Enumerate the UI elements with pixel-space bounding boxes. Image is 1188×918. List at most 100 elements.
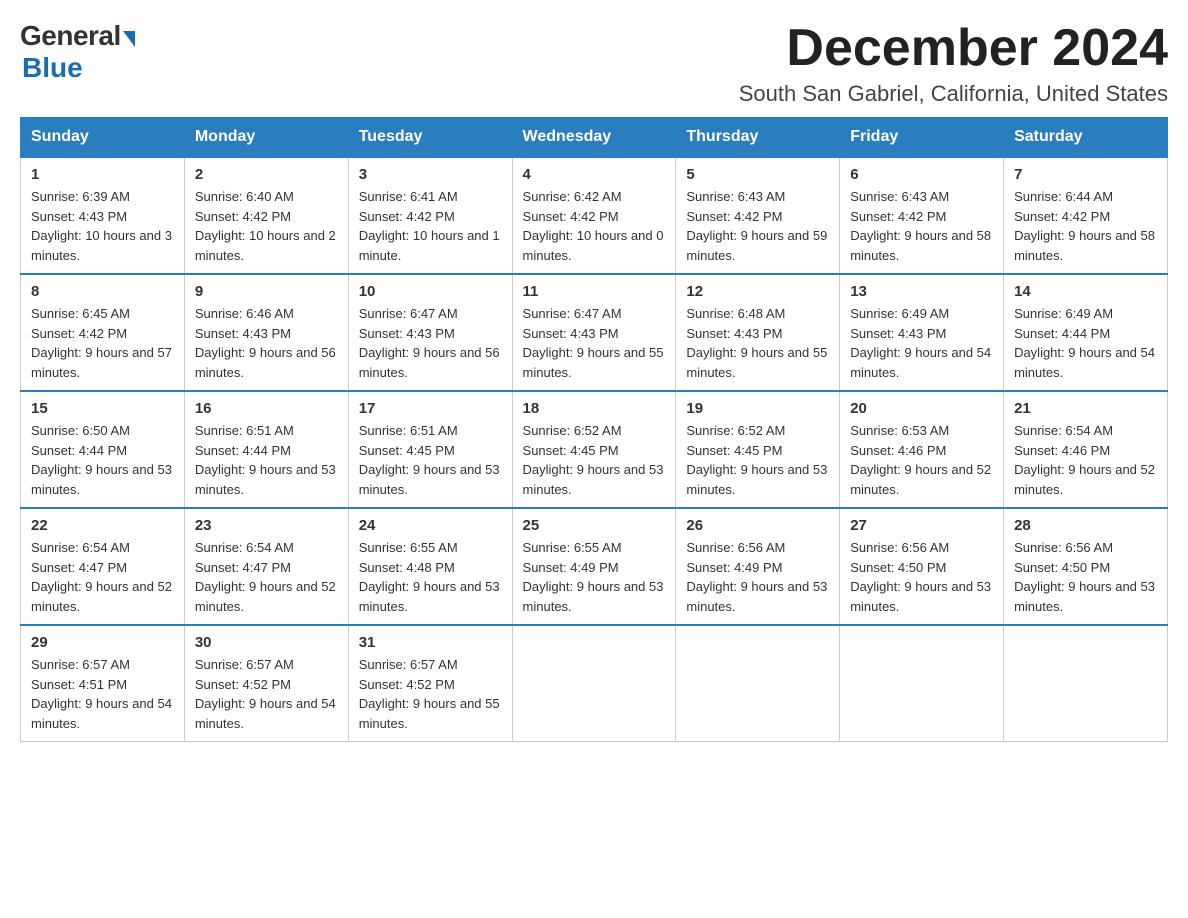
day-number: 1 xyxy=(31,166,174,183)
day-info: Sunrise: 6:57 AMSunset: 4:52 PMDaylight:… xyxy=(195,655,338,733)
calendar-week-4: 22 Sunrise: 6:54 AMSunset: 4:47 PMDayligh… xyxy=(21,508,1168,625)
day-info: Sunrise: 6:49 AMSunset: 4:43 PMDaylight:… xyxy=(850,304,993,382)
day-number: 20 xyxy=(850,400,993,417)
calendar-week-3: 15 Sunrise: 6:50 AMSunset: 4:44 PMDayligh… xyxy=(21,391,1168,508)
day-number: 30 xyxy=(195,634,338,651)
day-number: 15 xyxy=(31,400,174,417)
location-title: South San Gabriel, California, United St… xyxy=(739,81,1168,107)
day-number: 19 xyxy=(686,400,829,417)
day-info: Sunrise: 6:55 AMSunset: 4:48 PMDaylight:… xyxy=(359,538,502,616)
day-info: Sunrise: 6:49 AMSunset: 4:44 PMDaylight:… xyxy=(1014,304,1157,382)
day-number: 8 xyxy=(31,283,174,300)
day-number: 14 xyxy=(1014,283,1157,300)
day-number: 2 xyxy=(195,166,338,183)
day-number: 23 xyxy=(195,517,338,534)
calendar-day-cell: 30 Sunrise: 6:57 AMSunset: 4:52 PMDayligh… xyxy=(184,625,348,742)
day-number: 4 xyxy=(523,166,666,183)
calendar-day-cell: 16 Sunrise: 6:51 AMSunset: 4:44 PMDayligh… xyxy=(184,391,348,508)
day-info: Sunrise: 6:51 AMSunset: 4:44 PMDaylight:… xyxy=(195,421,338,499)
day-number: 9 xyxy=(195,283,338,300)
calendar-day-cell: 19Sunrise: 6:52 AMSunset: 4:45 PMDayligh… xyxy=(676,391,840,508)
calendar-week-5: 29 Sunrise: 6:57 AMSunset: 4:51 PMDayligh… xyxy=(21,625,1168,742)
day-info: Sunrise: 6:50 AMSunset: 4:44 PMDaylight:… xyxy=(31,421,174,499)
day-number: 12 xyxy=(686,283,829,300)
day-number: 10 xyxy=(359,283,502,300)
header-thursday: Thursday xyxy=(676,118,840,158)
day-info: Sunrise: 6:53 AMSunset: 4:46 PMDaylight:… xyxy=(850,421,993,499)
day-number: 21 xyxy=(1014,400,1157,417)
day-number: 6 xyxy=(850,166,993,183)
calendar-day-cell: 15 Sunrise: 6:50 AMSunset: 4:44 PMDayligh… xyxy=(21,391,185,508)
calendar-day-cell: 5 Sunrise: 6:43 AMSunset: 4:42 PMDaylight… xyxy=(676,157,840,274)
calendar-day-cell xyxy=(1004,625,1168,742)
calendar-day-cell xyxy=(676,625,840,742)
day-info: Sunrise: 6:44 AMSunset: 4:42 PMDaylight:… xyxy=(1014,187,1157,265)
day-number: 24 xyxy=(359,517,502,534)
logo-arrow-icon xyxy=(123,31,135,47)
calendar-day-cell: 31Sunrise: 6:57 AMSunset: 4:52 PMDayligh… xyxy=(348,625,512,742)
calendar-day-cell: 13Sunrise: 6:49 AMSunset: 4:43 PMDayligh… xyxy=(840,274,1004,391)
day-info: Sunrise: 6:54 AMSunset: 4:47 PMDaylight:… xyxy=(195,538,338,616)
calendar-day-cell: 22 Sunrise: 6:54 AMSunset: 4:47 PMDayligh… xyxy=(21,508,185,625)
day-number: 18 xyxy=(523,400,666,417)
calendar-day-cell: 17Sunrise: 6:51 AMSunset: 4:45 PMDayligh… xyxy=(348,391,512,508)
day-info: Sunrise: 6:47 AMSunset: 4:43 PMDaylight:… xyxy=(523,304,666,382)
calendar-day-cell: 23 Sunrise: 6:54 AMSunset: 4:47 PMDayligh… xyxy=(184,508,348,625)
title-block: December 2024 South San Gabriel, Califor… xyxy=(739,20,1168,107)
calendar-day-cell: 26Sunrise: 6:56 AMSunset: 4:49 PMDayligh… xyxy=(676,508,840,625)
calendar-day-cell: 2 Sunrise: 6:40 AMSunset: 4:42 PMDaylight… xyxy=(184,157,348,274)
day-info: Sunrise: 6:54 AMSunset: 4:47 PMDaylight:… xyxy=(31,538,174,616)
day-number: 5 xyxy=(686,166,829,183)
day-info: Sunrise: 6:52 AMSunset: 4:45 PMDaylight:… xyxy=(523,421,666,499)
calendar-day-cell: 8 Sunrise: 6:45 AMSunset: 4:42 PMDaylight… xyxy=(21,274,185,391)
calendar-day-cell xyxy=(512,625,676,742)
calendar-day-cell: 9 Sunrise: 6:46 AMSunset: 4:43 PMDaylight… xyxy=(184,274,348,391)
day-number: 25 xyxy=(523,517,666,534)
day-info: Sunrise: 6:57 AMSunset: 4:51 PMDaylight:… xyxy=(31,655,174,733)
day-number: 22 xyxy=(31,517,174,534)
calendar-week-1: 1 Sunrise: 6:39 AMSunset: 4:43 PMDaylight… xyxy=(21,157,1168,274)
day-info: Sunrise: 6:45 AMSunset: 4:42 PMDaylight:… xyxy=(31,304,174,382)
day-info: Sunrise: 6:39 AMSunset: 4:43 PMDaylight:… xyxy=(31,187,174,265)
day-number: 29 xyxy=(31,634,174,651)
calendar-table: SundayMondayTuesdayWednesdayThursdayFrid… xyxy=(20,117,1168,742)
calendar-day-cell: 3Sunrise: 6:41 AMSunset: 4:42 PMDaylight… xyxy=(348,157,512,274)
calendar-day-cell: 14 Sunrise: 6:49 AMSunset: 4:44 PMDayligh… xyxy=(1004,274,1168,391)
header-wednesday: Wednesday xyxy=(512,118,676,158)
day-info: Sunrise: 6:40 AMSunset: 4:42 PMDaylight:… xyxy=(195,187,338,265)
header-sunday: Sunday xyxy=(21,118,185,158)
calendar-day-cell: 24 Sunrise: 6:55 AMSunset: 4:48 PMDayligh… xyxy=(348,508,512,625)
calendar-day-cell: 10 Sunrise: 6:47 AMSunset: 4:43 PMDayligh… xyxy=(348,274,512,391)
day-info: Sunrise: 6:57 AMSunset: 4:52 PMDaylight:… xyxy=(359,655,502,733)
logo-blue-text: Blue xyxy=(22,52,83,84)
day-info: Sunrise: 6:41 AMSunset: 4:42 PMDaylight:… xyxy=(359,187,502,265)
day-info: Sunrise: 6:55 AMSunset: 4:49 PMDaylight:… xyxy=(523,538,666,616)
logo-general-text: General xyxy=(20,20,121,52)
day-info: Sunrise: 6:47 AMSunset: 4:43 PMDaylight:… xyxy=(359,304,502,382)
day-info: Sunrise: 6:48 AMSunset: 4:43 PMDaylight:… xyxy=(686,304,829,382)
day-number: 11 xyxy=(523,283,666,300)
calendar-day-cell: 28Sunrise: 6:56 AMSunset: 4:50 PMDayligh… xyxy=(1004,508,1168,625)
day-number: 16 xyxy=(195,400,338,417)
day-info: Sunrise: 6:51 AMSunset: 4:45 PMDaylight:… xyxy=(359,421,502,499)
day-info: Sunrise: 6:54 AMSunset: 4:46 PMDaylight:… xyxy=(1014,421,1157,499)
header-friday: Friday xyxy=(840,118,1004,158)
header-monday: Monday xyxy=(184,118,348,158)
day-info: Sunrise: 6:46 AMSunset: 4:43 PMDaylight:… xyxy=(195,304,338,382)
calendar-day-cell: 29 Sunrise: 6:57 AMSunset: 4:51 PMDayligh… xyxy=(21,625,185,742)
calendar-day-cell: 21 Sunrise: 6:54 AMSunset: 4:46 PMDayligh… xyxy=(1004,391,1168,508)
day-number: 28 xyxy=(1014,517,1157,534)
calendar-day-cell: 1 Sunrise: 6:39 AMSunset: 4:43 PMDaylight… xyxy=(21,157,185,274)
calendar-day-cell: 12 Sunrise: 6:48 AMSunset: 4:43 PMDayligh… xyxy=(676,274,840,391)
calendar-day-cell: 6 Sunrise: 6:43 AMSunset: 4:42 PMDaylight… xyxy=(840,157,1004,274)
day-info: Sunrise: 6:56 AMSunset: 4:49 PMDaylight:… xyxy=(686,538,829,616)
calendar-day-cell: 27Sunrise: 6:56 AMSunset: 4:50 PMDayligh… xyxy=(840,508,1004,625)
day-info: Sunrise: 6:43 AMSunset: 4:42 PMDaylight:… xyxy=(850,187,993,265)
logo: General Blue xyxy=(20,20,135,84)
calendar-day-cell: 11 Sunrise: 6:47 AMSunset: 4:43 PMDayligh… xyxy=(512,274,676,391)
day-number: 27 xyxy=(850,517,993,534)
header-saturday: Saturday xyxy=(1004,118,1168,158)
calendar-day-cell: 7Sunrise: 6:44 AMSunset: 4:42 PMDaylight… xyxy=(1004,157,1168,274)
calendar-week-2: 8 Sunrise: 6:45 AMSunset: 4:42 PMDaylight… xyxy=(21,274,1168,391)
day-info: Sunrise: 6:43 AMSunset: 4:42 PMDaylight:… xyxy=(686,187,829,265)
